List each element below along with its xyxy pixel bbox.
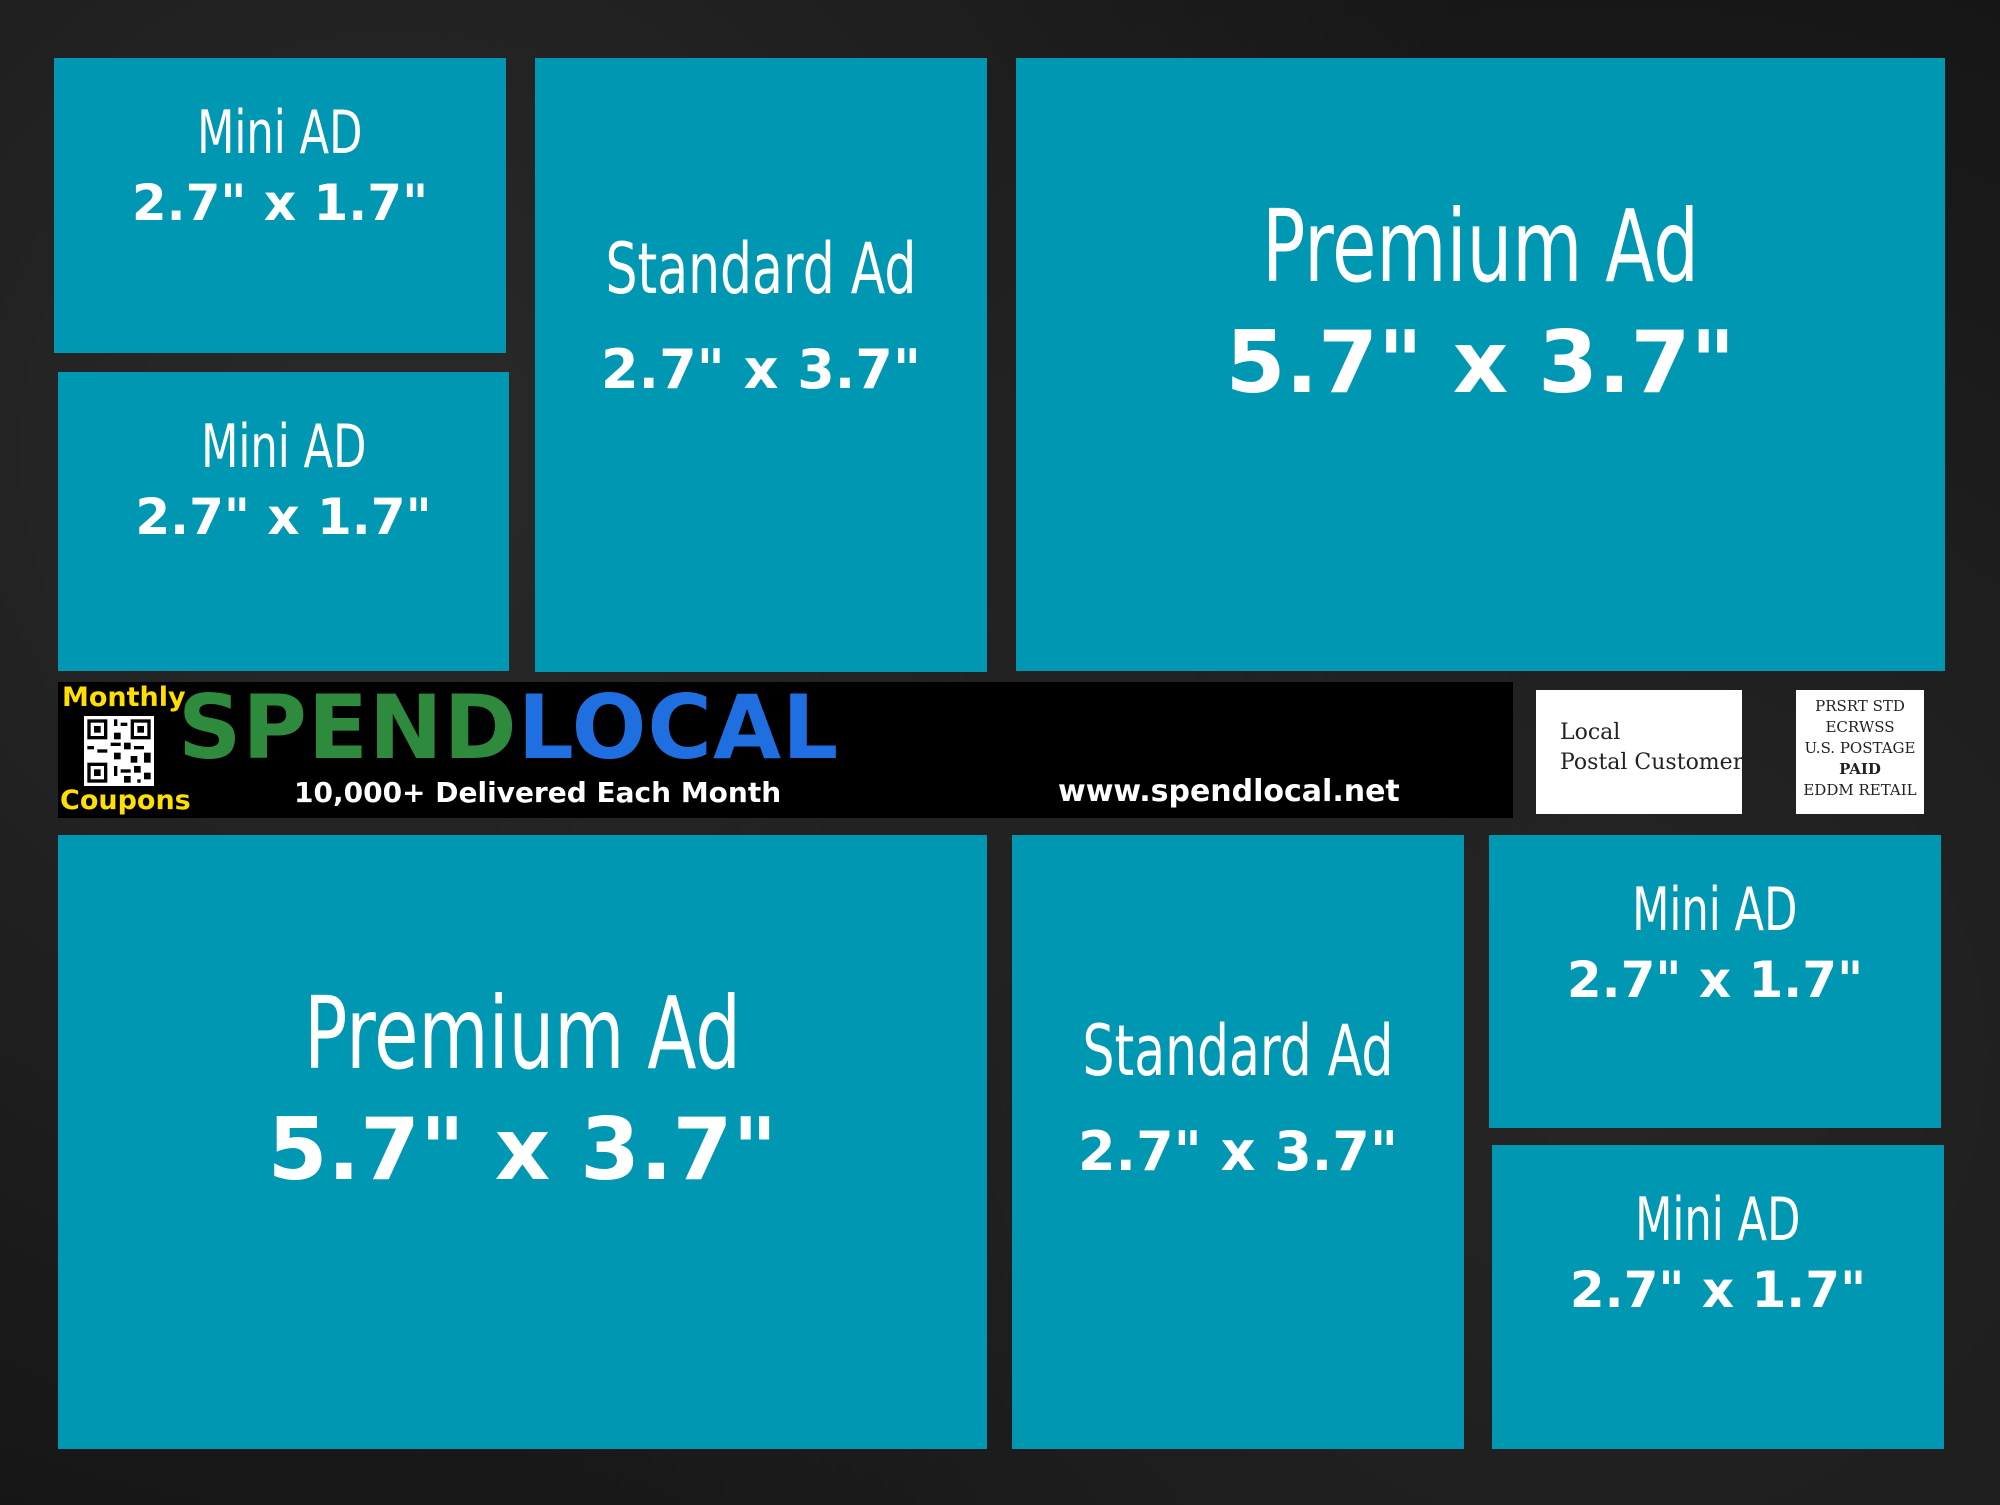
ad-size: 5.7" x 3.7" [1225,313,1736,413]
delivered-tagline: 10,000+ Delivered Each Month [294,776,782,809]
premium-ad-bottom: Premium Ad 5.7" x 3.7" [58,835,987,1449]
mini-ad-mid-left: Mini AD 2.7" x 1.7" [58,372,509,671]
ad-title: Mini AD [1635,1185,1801,1255]
ad-size: 2.7" x 1.7" [131,174,429,232]
postage-indicia: PRSRT STD ECRWSS U.S. POSTAGE PAID EDDM … [1796,690,1924,814]
ad-size: 2.7" x 3.7" [600,338,922,401]
ad-size: 2.7" x 3.7" [1077,1120,1399,1183]
postal-customer-label: Local Postal Customer [1536,690,1744,814]
mini-ad-bottom-right-bottom: Mini AD 2.7" x 1.7" [1492,1145,1944,1449]
brand-logo: SPENDLOCAL [178,676,839,779]
postal-line-2: Postal Customer [1560,750,1744,775]
brand-spend: SPEND [178,676,518,779]
ad-size: 5.7" x 3.7" [267,1100,778,1200]
ad-size: 2.7" x 1.7" [135,488,432,546]
ad-title: Mini AD [197,98,363,168]
standard-ad-top: Standard Ad 2.7" x 3.7" [535,58,987,672]
stamp-line-1: PRSRT STD [1815,697,1905,715]
qr-code-icon [84,716,154,786]
coupons-label: Coupons [60,785,191,816]
stamp-line-4: PAID [1839,760,1881,778]
monthly-label: Monthly [62,682,186,713]
stamp-line-2: ECRWSS [1825,718,1895,736]
spendlocal-banner: Monthly Coupons SPENDLOCAL 10,000+ Deliv… [58,676,1513,818]
stamp-line-5: EDDM RETAIL [1803,781,1917,799]
ad-title: Standard Ad [605,228,917,310]
ad-title: Standard Ad [1082,1010,1394,1092]
ad-title: Premium Ad [1262,188,1699,305]
ad-size: 2.7" x 1.7" [1566,951,1864,1009]
premium-ad-top: Premium Ad 5.7" x 3.7" [1016,58,1945,671]
ad-title: Mini AD [200,412,367,482]
ad-title: Mini AD [1632,875,1798,945]
mini-ad-top-left: Mini AD 2.7" x 1.7" [54,58,506,353]
brand-local: LOCAL [517,676,840,779]
ad-title: Premium Ad [304,975,741,1092]
mini-ad-bottom-right-top: Mini AD 2.7" x 1.7" [1489,835,1941,1128]
postal-line-1: Local [1560,720,1621,745]
standard-ad-bottom: Standard Ad 2.7" x 3.7" [1012,835,1464,1449]
stamp-line-3: U.S. POSTAGE [1804,739,1916,757]
website-url: www.spendlocal.net [1058,774,1400,809]
ad-size: 2.7" x 1.7" [1569,1261,1867,1319]
